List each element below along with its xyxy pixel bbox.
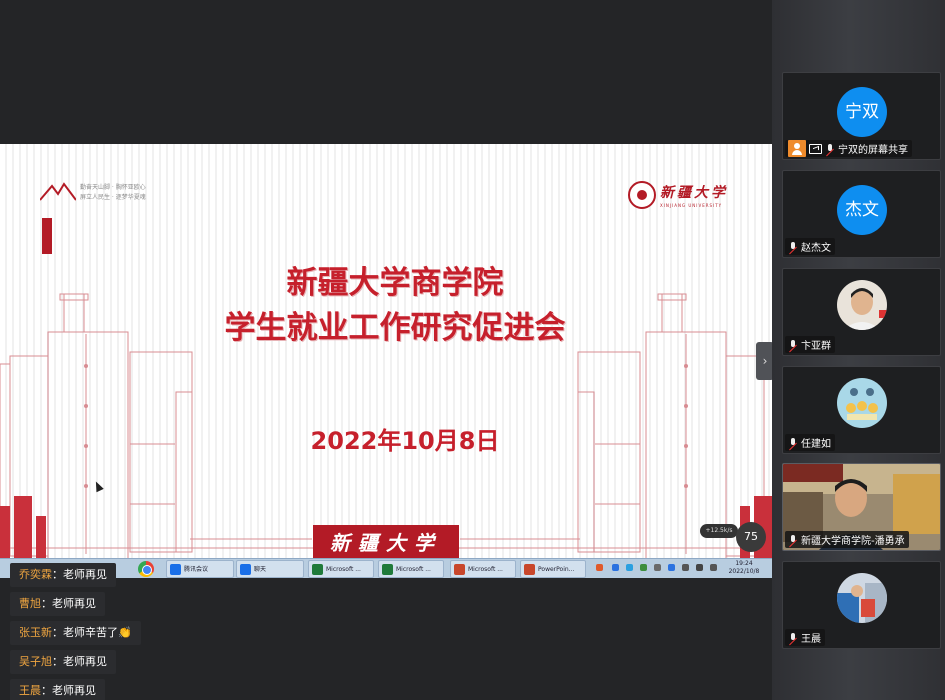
taskbar-item-label: 腾讯会议 <box>184 566 209 573</box>
participant-tile[interactable]: 卞亚群 <box>782 268 941 356</box>
tray-icon <box>612 564 619 571</box>
participant-name: 任建如 <box>801 439 831 450</box>
participant-name: 赵杰文 <box>801 243 831 254</box>
participant-name-bar: 王晨 <box>785 629 825 646</box>
taskbar-item: Microsoft ... <box>308 560 374 578</box>
chat-text: 老师再见 <box>52 684 96 697</box>
powerpoint-icon <box>524 564 535 575</box>
avatar <box>837 280 887 330</box>
chrome-icon <box>138 561 154 577</box>
taskbar-item-label: Microsoft ... <box>396 566 431 573</box>
taskbar-item: 腾讯会议 <box>166 560 234 578</box>
participant-name: 宁双的屏幕共享 <box>838 145 908 156</box>
taskbar-clock: 19:24 2022/10/8 <box>724 560 764 576</box>
motto-line-2: 屏立人民生 · 逐梦华夏魂 <box>80 194 146 201</box>
clock-date: 2022/10/8 <box>728 568 760 575</box>
slide-title-line-2: 学生就业工作研究促进会 <box>224 310 566 346</box>
chat-text: 老师再见 <box>52 597 96 610</box>
chat-text: 老师再见 <box>63 568 107 581</box>
mountain-logo <box>40 182 76 201</box>
university-name: 新疆大学 <box>660 185 728 201</box>
participant-name-bar: 卞亚群 <box>785 336 835 353</box>
participant-name-bar: 新疆大学商学院-潘勇承 <box>785 531 909 548</box>
taskbar-item: 聊天 <box>236 560 304 578</box>
chat-sender: 乔奕霖 <box>19 568 52 581</box>
taskbar-item: Microsoft ... <box>378 560 444 578</box>
participant-name-bar: 任建如 <box>785 434 835 451</box>
chat-sender: 张玉新 <box>19 626 52 639</box>
participant-tile[interactable]: 宁双 宁双的屏幕共享 <box>782 72 941 160</box>
taskbar-item-label: Microsoft ... <box>326 566 361 573</box>
network-speed-badge: +12.5k/s <box>700 524 738 538</box>
chat-sender: 吴子旭 <box>19 655 52 668</box>
participant-name: 王晨 <box>801 634 821 645</box>
motto-line-1: 勤奋天山脚 · 胸怀亚欧心 <box>80 184 146 191</box>
clock-time: 19:24 <box>735 560 753 567</box>
university-seal: 新疆大学 <box>313 525 459 561</box>
excel-icon <box>382 564 393 575</box>
mic-muted-icon <box>788 534 798 546</box>
mic-muted-icon <box>788 339 798 351</box>
chat-sender: 曹旭 <box>19 597 41 610</box>
chat-message: 王晨：老师再见 <box>10 679 105 700</box>
mic-muted-icon <box>825 143 835 155</box>
university-subname: XINJIANG UNIVERSITY <box>660 203 723 208</box>
tray-icon <box>710 564 717 571</box>
campus-illustration <box>0 293 772 558</box>
mic-muted-icon <box>788 437 798 449</box>
participant-tile-video[interactable]: 新疆大学商学院-潘勇承 <box>782 463 941 551</box>
chat-text: 老师再见 <box>63 655 107 668</box>
taskbar-item-label: 聊天 <box>254 566 267 573</box>
zoom-level-button[interactable]: 75 <box>736 522 766 552</box>
tray-icon <box>654 564 661 571</box>
chat-message: 张玉新：老师辛苦了👏 <box>10 621 141 645</box>
chat-icon <box>240 564 251 575</box>
shared-screen: 勤奋天山脚 · 胸怀亚欧心 屏立人民生 · 逐梦华夏魂 新疆大学 XINJIAN… <box>0 0 774 700</box>
participant-name-bar: 宁双的屏幕共享 <box>785 140 912 157</box>
avatar <box>837 378 887 428</box>
participant-panel: 宁双 宁双的屏幕共享 杰文 赵杰文 卞亚群 任建如 新疆大学商学院-潘勇承 王晨 <box>772 0 945 700</box>
slide-motto: 勤奋天山脚 · 胸怀亚欧心 屏立人民生 · 逐梦华夏魂 <box>80 183 170 203</box>
mic-muted-icon <box>788 241 798 253</box>
participant-tile[interactable]: 杰文 赵杰文 <box>782 170 941 258</box>
zoom-level: 75 <box>744 530 758 543</box>
taskbar-item: Microsoft ... <box>450 560 516 578</box>
participant-name-bar: 赵杰文 <box>785 238 835 255</box>
tray-icon <box>696 564 703 571</box>
chat-sender: 王晨 <box>19 684 41 697</box>
slide-date: 2022年10月8日 <box>310 427 500 455</box>
chevron-right-icon: › <box>762 354 768 368</box>
slide-title-line-1: 新疆大学商学院 <box>286 265 504 301</box>
meeting-window: 勤奋天山脚 · 胸怀亚欧心 屏立人民生 · 逐梦华夏魂 新疆大学 XINJIAN… <box>0 0 945 700</box>
tray-icon <box>626 564 633 571</box>
participant-tile[interactable]: 王晨 <box>782 561 941 649</box>
tencent-meeting-icon <box>170 564 181 575</box>
tray-icon <box>596 564 603 571</box>
taskbar-item-label: Microsoft ... <box>468 566 503 573</box>
taskbar-item: PowerPoin... <box>520 560 586 578</box>
tray-icon <box>668 564 675 571</box>
avatar: 宁双 <box>837 87 887 137</box>
host-icon <box>788 140 806 157</box>
mic-muted-icon <box>788 632 798 644</box>
powerpoint-icon <box>454 564 465 575</box>
participant-name: 卞亚群 <box>801 341 831 352</box>
screen-share-icon <box>809 143 822 154</box>
tray-icon <box>640 564 647 571</box>
taskbar-item-label: PowerPoin... <box>538 566 575 573</box>
university-emblem-icon <box>628 181 656 209</box>
chat-message: 乔奕霖：老师再见 <box>10 563 116 587</box>
chat-text: 老师辛苦了👏 <box>63 626 132 639</box>
participant-tile[interactable]: 任建如 <box>782 366 941 454</box>
chat-message: 曹旭：老师再见 <box>10 592 105 616</box>
excel-icon <box>312 564 323 575</box>
presentation-slide <box>0 144 772 558</box>
slide-accent-bar <box>42 218 52 254</box>
avatar <box>837 573 887 623</box>
avatar: 杰文 <box>837 185 887 235</box>
tray-icon <box>682 564 689 571</box>
participant-name: 新疆大学商学院-潘勇承 <box>801 536 905 547</box>
chat-message: 吴子旭：老师再见 <box>10 650 116 674</box>
